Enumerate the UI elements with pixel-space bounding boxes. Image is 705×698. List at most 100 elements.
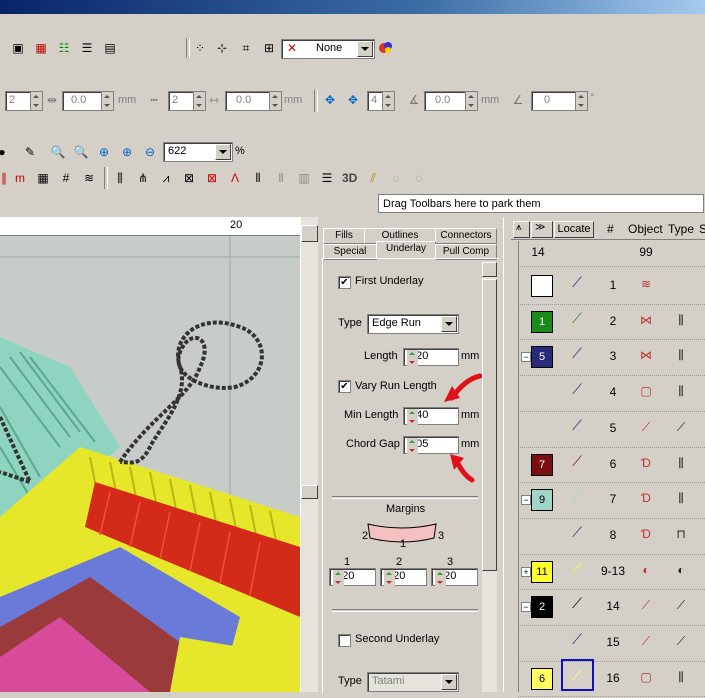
- spinner-6[interactable]: 0.0: [424, 91, 478, 111]
- grid-icon[interactable]: ▦: [33, 40, 49, 56]
- stitch-m-icon[interactable]: m: [12, 170, 28, 186]
- tab-connectors[interactable]: Connectors: [435, 228, 497, 244]
- stitch-swirl-icon[interactable]: ◌: [388, 170, 404, 186]
- spin-arrows-icon[interactable]: [30, 92, 42, 110]
- margin-3-field[interactable]: 0.20: [431, 568, 478, 586]
- second-underlay-checkbox[interactable]: [338, 634, 351, 647]
- eraser-icon[interactable]: ✎: [22, 144, 38, 160]
- zoom-fit-icon[interactable]: ⊕: [96, 144, 112, 160]
- collapse-icon[interactable]: −: [521, 352, 531, 363]
- stitch-cross-icon[interactable]: ⊠: [181, 170, 197, 186]
- move-node-icon[interactable]: ✥: [322, 92, 338, 108]
- color-swatch[interactable]: 7: [531, 453, 553, 476]
- spin-arrows-icon[interactable]: [382, 92, 394, 110]
- zoom-out-icon[interactable]: ⊖: [142, 144, 158, 160]
- node-edit-icon[interactable]: ⌗: [238, 40, 254, 56]
- color-swatch[interactable]: 9: [531, 489, 553, 512]
- margin-2-field[interactable]: 0.20: [380, 568, 427, 586]
- tab-underlay[interactable]: Underlay: [376, 241, 436, 259]
- chevron-down-icon[interactable]: [357, 41, 373, 57]
- list-icon[interactable]: ☷: [56, 40, 72, 56]
- underlay2-type-dropdown[interactable]: Tatami: [367, 672, 459, 692]
- stitch-lines-icon[interactable]: ☰: [319, 170, 335, 186]
- reshape-icon[interactable]: ⊹: [214, 40, 230, 56]
- zoom-icon[interactable]: 🔍: [73, 144, 89, 160]
- spin-arrows-icon[interactable]: [384, 570, 395, 586]
- stitch-fill-icon[interactable]: ▦: [35, 170, 51, 186]
- spin-arrows-icon[interactable]: [575, 92, 587, 110]
- stitch-zigzag-icon[interactable]: ⩘: [158, 170, 174, 186]
- color-swatch[interactable]: 6: [531, 667, 553, 690]
- collapse-icon[interactable]: −: [521, 495, 531, 506]
- stitch-grid-icon[interactable]: #: [58, 170, 74, 186]
- stitch-bars-icon[interactable]: ⫴: [250, 170, 266, 186]
- margin-1-field[interactable]: 0.20: [329, 568, 376, 586]
- expand-icon[interactable]: +: [521, 566, 531, 577]
- scroll-thumb[interactable]: [301, 485, 318, 499]
- zoom-box-icon[interactable]: 🔍: [50, 144, 66, 160]
- spinner-2[interactable]: 0.0: [62, 91, 114, 111]
- move-node-alt-icon[interactable]: ✥: [345, 92, 361, 108]
- color-wheel-icon[interactable]: [378, 40, 394, 56]
- spinner-3[interactable]: 2: [168, 91, 206, 111]
- design-canvas[interactable]: [0, 217, 300, 692]
- properties-icon[interactable]: ☰: [79, 40, 95, 56]
- color-swatch[interactable]: 11: [531, 560, 553, 583]
- expand-all-icon[interactable]: ≫: [531, 221, 553, 238]
- spinner-4[interactable]: 0.0: [225, 91, 282, 111]
- spinner-5[interactable]: 4: [367, 91, 395, 111]
- collapse-all-icon[interactable]: ⩚: [513, 221, 530, 238]
- spin-arrows-icon[interactable]: [435, 570, 446, 586]
- stitch-type-dropdown[interactable]: ✕ None: [281, 39, 375, 59]
- spin-arrows-icon[interactable]: [407, 409, 418, 425]
- stitch-a-icon[interactable]: Λ: [227, 170, 243, 186]
- branch-icon[interactable]: ⊞: [261, 40, 277, 56]
- spin-arrows-icon[interactable]: [269, 92, 281, 110]
- stitch-wave-icon[interactable]: ≋: [81, 170, 97, 186]
- spinner-7[interactable]: 0: [531, 91, 588, 111]
- view-icon[interactable]: ▣: [10, 40, 26, 56]
- circle-icon[interactable]: ●: [0, 144, 10, 160]
- stitch-ladder-icon[interactable]: ⫴: [273, 170, 289, 186]
- zoom-in-icon[interactable]: ⊕: [119, 144, 135, 160]
- spin-arrows-icon[interactable]: [101, 92, 113, 110]
- color-swatch[interactable]: 2: [531, 596, 553, 619]
- chevron-down-icon[interactable]: [441, 316, 457, 332]
- spin-arrows-icon[interactable]: [333, 570, 344, 586]
- locate-button[interactable]: Locate: [554, 221, 594, 238]
- spin-arrows-icon[interactable]: [193, 92, 205, 110]
- panel-scrollbar[interactable]: [482, 262, 497, 692]
- vary-run-length-checkbox[interactable]: ✔: [338, 380, 351, 393]
- chevron-down-icon[interactable]: [215, 144, 231, 160]
- underlay-type-dropdown[interactable]: Edge Run: [367, 314, 459, 334]
- spin-arrows-icon[interactable]: [407, 350, 418, 366]
- canvas-vertical-scrollbar[interactable]: [300, 217, 318, 692]
- scroll-up-button[interactable]: [301, 225, 318, 242]
- color-swatch[interactable]: 5: [531, 346, 553, 369]
- spin-arrows-icon[interactable]: [465, 92, 477, 110]
- length-field[interactable]: 2.20: [403, 348, 459, 366]
- collapse-icon[interactable]: −: [521, 602, 531, 613]
- 3d-button[interactable]: 3D: [342, 171, 357, 185]
- margins-label: Margins: [386, 503, 426, 515]
- scroll-up-button[interactable]: [482, 262, 497, 277]
- stitch-step-icon[interactable]: ▥: [296, 170, 312, 186]
- zoom-combo[interactable]: 622: [163, 142, 233, 162]
- stitch-satin-icon[interactable]: ∥: [0, 170, 12, 186]
- scroll-thumb[interactable]: [482, 279, 497, 571]
- stitch-box-icon[interactable]: ⊠: [204, 170, 220, 186]
- spin-arrows-icon[interactable]: [407, 438, 418, 454]
- spinner-1[interactable]: 2: [5, 91, 43, 111]
- color-palette-icon[interactable]: ▤: [102, 40, 118, 56]
- select-objects-icon[interactable]: ⁘: [192, 40, 208, 56]
- color-swatch[interactable]: [531, 275, 553, 297]
- stitch-fan-icon[interactable]: ⋔: [135, 170, 151, 186]
- color-swatch[interactable]: 1: [531, 310, 553, 333]
- divider: [332, 609, 478, 612]
- tab-fills[interactable]: Fills: [323, 228, 365, 244]
- stitch-column-icon[interactable]: ⫼: [112, 170, 128, 186]
- first-underlay-checkbox[interactable]: ✔: [338, 276, 351, 289]
- chevron-down-icon[interactable]: [441, 674, 457, 690]
- stitch-swirl-alt-icon[interactable]: ◌: [411, 170, 427, 186]
- stitch-sparkle-icon[interactable]: ⫽: [365, 170, 381, 186]
